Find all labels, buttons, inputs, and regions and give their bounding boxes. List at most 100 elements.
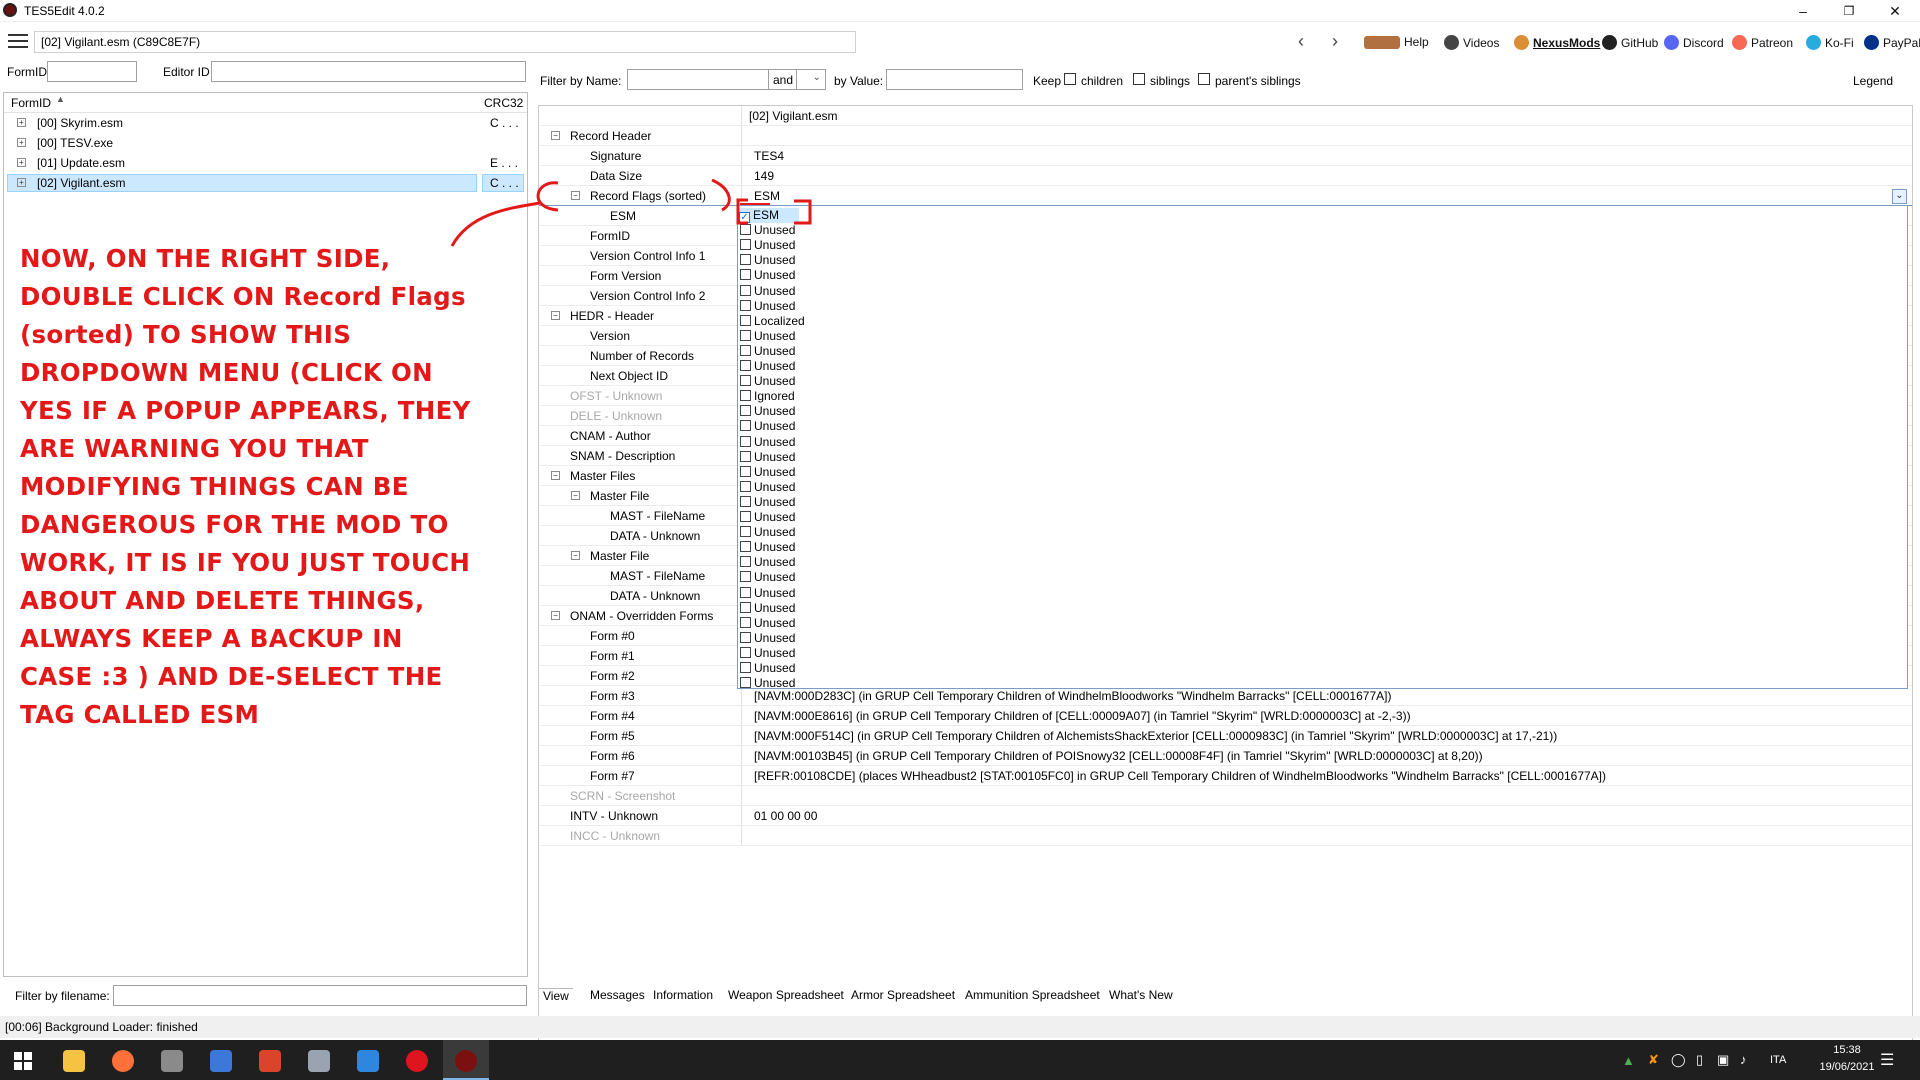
formid-input[interactable] bbox=[47, 61, 137, 82]
col-crc-header[interactable]: CRC32 bbox=[484, 96, 523, 110]
tab-what-s-new[interactable]: What's New bbox=[1109, 988, 1173, 1002]
toolbar-link-github[interactable]: GitHub bbox=[1602, 35, 1658, 50]
tab-armor-spreadsheet[interactable]: Armor Spreadsheet bbox=[851, 988, 955, 1002]
flag-checkbox-localized[interactable]: Localized bbox=[740, 314, 805, 329]
firefox-icon[interactable] bbox=[112, 1050, 134, 1072]
flag-checkbox-unused[interactable]: Unused bbox=[740, 480, 795, 495]
toolbar-link-nexusmods[interactable]: NexusMods bbox=[1514, 35, 1600, 50]
flag-checkbox-unused[interactable]: Unused bbox=[740, 646, 795, 661]
tree-row[interactable]: INCC - Unknown bbox=[539, 826, 1912, 846]
dropdown-toggle-icon[interactable]: ⌄ bbox=[1892, 189, 1907, 204]
tab-messages[interactable]: Messages bbox=[590, 988, 645, 1002]
col-formid-header[interactable]: FormID bbox=[11, 96, 51, 110]
tree-row[interactable]: Form #5 [NAVM:000F514C] (in GRUP Cell Tem… bbox=[539, 726, 1912, 746]
expand-icon[interactable]: + bbox=[17, 158, 26, 167]
parents-siblings-checkbox[interactable] bbox=[1198, 73, 1210, 85]
toolbar-link-discord[interactable]: Discord bbox=[1664, 35, 1724, 50]
flag-checkbox-unused[interactable]: Unused bbox=[740, 284, 795, 299]
tray-sync-icon[interactable]: ◯ bbox=[1671, 1052, 1686, 1068]
tray-app-icon[interactable]: ▲ bbox=[1622, 1053, 1635, 1068]
volume-icon[interactable]: ♪ bbox=[1740, 1052, 1747, 1067]
flag-checkbox-unused[interactable]: Unused bbox=[740, 586, 795, 601]
app-icon-4[interactable] bbox=[308, 1050, 330, 1072]
record-flags-dropdown[interactable]: ✓ ESM Unused Unused Unused Unused Unused Unused… bbox=[737, 205, 1908, 691]
toolbar-link-videos[interactable]: Videos bbox=[1444, 35, 1499, 50]
flag-checkbox-unused[interactable]: Unused bbox=[740, 435, 795, 450]
tab-weapon-spreadsheet[interactable]: Weapon Spreadsheet bbox=[728, 988, 844, 1002]
clock-time[interactable]: 15:38 bbox=[1817, 1044, 1877, 1056]
tree-row[interactable]: Form #7 [REFR:00108CDE] (places WHheadbus… bbox=[539, 766, 1912, 786]
restore-icon[interactable]: ❐ bbox=[1826, 0, 1872, 22]
flag-checkbox-unused[interactable]: Unused bbox=[740, 359, 795, 374]
toolbar-link-patreon[interactable]: Patreon bbox=[1732, 35, 1793, 50]
flag-checkbox-unused[interactable]: Unused bbox=[740, 540, 795, 555]
app-icon-1[interactable] bbox=[161, 1050, 183, 1072]
tree-column-header[interactable]: [02] Vigilant.esm bbox=[749, 109, 838, 123]
flag-checkbox-unused[interactable]: Unused bbox=[740, 344, 795, 359]
collapse-icon[interactable]: − bbox=[571, 491, 580, 500]
flag-checkbox-unused[interactable]: Unused bbox=[740, 570, 795, 585]
flag-checkbox-unused[interactable]: Unused bbox=[740, 268, 795, 283]
battery-icon[interactable]: ▯ bbox=[1696, 1052, 1703, 1068]
expand-icon[interactable]: + bbox=[17, 178, 26, 187]
flag-checkbox-ignored[interactable]: Ignored bbox=[740, 389, 795, 404]
flag-checkbox-unused[interactable]: Unused bbox=[740, 525, 795, 540]
flag-checkbox-unused[interactable]: Unused bbox=[740, 419, 795, 434]
flag-checkbox-unused[interactable]: Unused bbox=[740, 631, 795, 646]
filter-value-input[interactable] bbox=[886, 69, 1023, 90]
file-path-field[interactable]: [02] Vigilant.esm (C89C8E7F) bbox=[34, 31, 856, 53]
children-checkbox[interactable] bbox=[1064, 73, 1076, 85]
app-icon-2[interactable] bbox=[210, 1050, 232, 1072]
filter-filename-input[interactable] bbox=[113, 985, 527, 1006]
flag-checkbox-unused[interactable]: Unused bbox=[740, 404, 795, 419]
notifications-icon[interactable]: ☰ bbox=[1880, 1050, 1894, 1070]
collapse-icon[interactable]: − bbox=[551, 471, 560, 480]
file-row[interactable]: + [00] Skyrim.esm C . . . bbox=[4, 113, 527, 133]
minimize-icon[interactable]: – bbox=[1780, 0, 1826, 22]
toolbar-link-help[interactable]: Help bbox=[1364, 35, 1429, 49]
tree-row[interactable]: SCRN - Screenshot bbox=[539, 786, 1912, 806]
tree-row[interactable]: INTV - Unknown 01 00 00 00 bbox=[539, 806, 1912, 826]
app-icon-5[interactable] bbox=[357, 1050, 379, 1072]
windows-start-icon[interactable] bbox=[14, 1052, 32, 1070]
flag-checkbox-unused[interactable]: Unused bbox=[740, 374, 795, 389]
collapse-icon[interactable]: − bbox=[571, 551, 580, 560]
expand-icon[interactable]: + bbox=[17, 138, 26, 147]
tab-ammunition-spreadsheet[interactable]: Ammunition Spreadsheet bbox=[965, 988, 1100, 1002]
tree-row[interactable]: Signature TES4 bbox=[539, 146, 1912, 166]
file-row[interactable]: + [00] TESV.exe bbox=[4, 133, 527, 153]
tree-row[interactable]: Form #6 [NAVM:00103B45] (in GRUP Cell Tem… bbox=[539, 746, 1912, 766]
tab-information[interactable]: Information bbox=[653, 988, 713, 1002]
collapse-icon[interactable]: − bbox=[551, 131, 560, 140]
network-icon[interactable]: ▣ bbox=[1717, 1052, 1729, 1068]
tree-row[interactable]: − Record Header bbox=[539, 126, 1912, 146]
collapse-icon[interactable]: − bbox=[551, 611, 560, 620]
flag-checkbox-unused[interactable]: Unused bbox=[740, 676, 795, 691]
language-indicator[interactable]: ITA bbox=[1770, 1054, 1786, 1066]
flag-checkbox-unused[interactable]: Unused bbox=[740, 510, 795, 525]
flag-checkbox-unused[interactable]: Unused bbox=[740, 299, 795, 314]
flag-checkbox-unused[interactable]: Unused bbox=[740, 495, 795, 510]
file-explorer-icon[interactable] bbox=[63, 1050, 85, 1072]
flag-checkbox-unused[interactable]: Unused bbox=[740, 555, 795, 570]
forward-arrow-icon[interactable]: › bbox=[1332, 31, 1338, 52]
tray-warning-icon[interactable]: ✘ bbox=[1648, 1052, 1659, 1068]
editorid-input[interactable] bbox=[211, 61, 526, 82]
filter-operator-select[interactable]: and ⌄ bbox=[768, 69, 826, 90]
back-arrow-icon[interactable]: ‹ bbox=[1298, 31, 1304, 52]
expand-icon[interactable]: + bbox=[17, 118, 26, 127]
toolbar-link-paypal[interactable]: PayPal bbox=[1864, 35, 1920, 50]
clock-date[interactable]: 19/06/2021 bbox=[1809, 1061, 1885, 1073]
flag-checkbox-unused[interactable]: Unused bbox=[740, 601, 795, 616]
tab-view[interactable]: View bbox=[539, 988, 573, 1003]
toolbar-link-ko-fi[interactable]: Ko-Fi bbox=[1806, 35, 1854, 50]
flag-checkbox-unused[interactable]: Unused bbox=[740, 329, 795, 344]
siblings-checkbox[interactable] bbox=[1133, 73, 1145, 85]
app-icon-3[interactable] bbox=[259, 1050, 281, 1072]
opera-icon[interactable] bbox=[406, 1050, 428, 1072]
close-icon[interactable]: ✕ bbox=[1872, 0, 1918, 22]
hamburger-menu-icon[interactable] bbox=[8, 34, 28, 50]
collapse-icon[interactable]: − bbox=[551, 311, 560, 320]
tree-row[interactable]: Form #4 [NAVM:000E8616] (in GRUP Cell Tem… bbox=[539, 706, 1912, 726]
tes5edit-icon[interactable] bbox=[455, 1050, 477, 1072]
